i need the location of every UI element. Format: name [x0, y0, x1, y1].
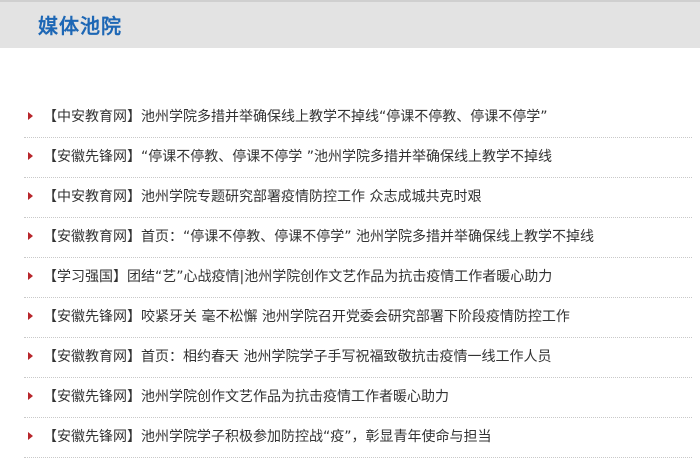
- news-item[interactable]: 【安徽先锋网】池州学院创作文艺作品为抗击疫情工作者暖心助力: [24, 378, 692, 418]
- page: 媒体池院 【中安教育网】池州学院多措并举确保线上教学不掉线“停课不停教、停课不停…: [0, 0, 700, 460]
- news-item[interactable]: 【安徽先锋网】池州学院学子积极参加防控战“疫”，彰显青年使命与担当: [24, 418, 692, 458]
- bullet-arrow-icon: [28, 112, 33, 120]
- bullet-arrow-icon: [28, 272, 33, 280]
- news-link[interactable]: 【中安教育网】池州学院专题研究部署疫情防控工作 众志成城共克时艰: [43, 187, 481, 207]
- news-link[interactable]: 【安徽教育网】首页：相约春天 池州学院学子手写祝福致敬抗击疫情一线工作人员: [43, 347, 551, 367]
- header-top-strip: [0, 0, 700, 2]
- bullet-arrow-icon: [28, 312, 33, 320]
- bullet-arrow-icon: [28, 192, 33, 200]
- news-item[interactable]: 【安徽教育网】首页：相约春天 池州学院学子手写祝福致敬抗击疫情一线工作人员: [24, 338, 692, 378]
- news-link[interactable]: 【安徽先锋网】池州学院创作文艺作品为抗击疫情工作者暖心助力: [43, 387, 449, 407]
- news-link[interactable]: 【安徽先锋网】咬紧牙关 毫不松懈 池州学院召开党委会研究部署下阶段疫情防控工作: [43, 307, 570, 327]
- news-link[interactable]: 【学习强国】团结“艺”心战疫情|池州学院创作文艺作品为抗击疫情工作者暖心助力: [43, 267, 552, 287]
- news-item[interactable]: 【安徽先锋网】咬紧牙关 毫不松懈 池州学院召开党委会研究部署下阶段疫情防控工作: [24, 298, 692, 338]
- news-list: 【中安教育网】池州学院多措并举确保线上教学不掉线“停课不停教、停课不停学” 【安…: [0, 98, 700, 458]
- bullet-arrow-icon: [28, 232, 33, 240]
- news-link[interactable]: 【安徽先锋网】“停课不停教、停课不停学 ”池州学院多措并举确保线上教学不掉线: [43, 147, 552, 167]
- bullet-arrow-icon: [28, 432, 33, 440]
- news-item[interactable]: 【安徽教育网】首页：“停课不停教、停课不停学” 池州学院多措并举确保线上教学不掉…: [24, 218, 692, 258]
- news-link[interactable]: 【安徽教育网】首页：“停课不停教、停课不停学” 池州学院多措并举确保线上教学不掉…: [43, 227, 594, 247]
- bullet-arrow-icon: [28, 152, 33, 160]
- bullet-arrow-icon: [28, 392, 33, 400]
- section-title: 媒体池院: [38, 14, 122, 38]
- news-item[interactable]: 【中安教育网】池州学院专题研究部署疫情防控工作 众志成城共克时艰: [24, 178, 692, 218]
- bullet-arrow-icon: [28, 352, 33, 360]
- news-item[interactable]: 【学习强国】团结“艺”心战疫情|池州学院创作文艺作品为抗击疫情工作者暖心助力: [24, 258, 692, 298]
- section-header: 媒体池院: [0, 0, 700, 48]
- news-link[interactable]: 【中安教育网】池州学院多措并举确保线上教学不掉线“停课不停教、停课不停学”: [43, 107, 548, 127]
- news-link[interactable]: 【安徽先锋网】池州学院学子积极参加防控战“疫”，彰显青年使命与担当: [43, 427, 492, 447]
- news-item[interactable]: 【中安教育网】池州学院多措并举确保线上教学不掉线“停课不停教、停课不停学”: [24, 98, 692, 138]
- news-item[interactable]: 【安徽先锋网】“停课不停教、停课不停学 ”池州学院多措并举确保线上教学不掉线: [24, 138, 692, 178]
